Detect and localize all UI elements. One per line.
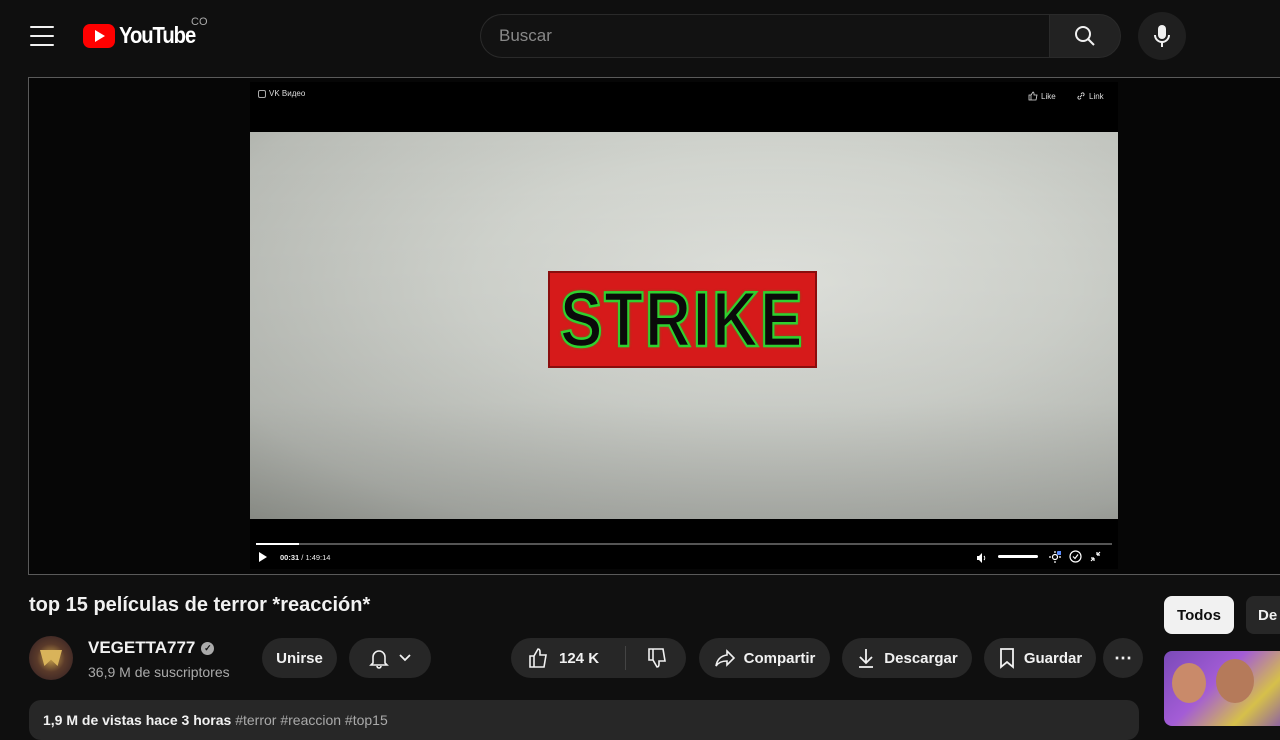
recommended-thumbnail[interactable] <box>1164 651 1280 726</box>
voice-search-button[interactable] <box>1138 12 1186 60</box>
like-dislike-group: 124 K <box>511 638 686 678</box>
search-button[interactable] <box>1049 14 1121 58</box>
join-label: Unirse <box>276 649 323 667</box>
bookmark-icon <box>999 648 1014 669</box>
youtube-logo[interactable]: YouTube CO <box>83 16 208 49</box>
thumbnail-face <box>1216 659 1254 703</box>
channel-avatar[interactable] <box>29 636 73 680</box>
region-code: CO <box>191 16 208 28</box>
thumbs-down-icon[interactable] <box>646 646 670 670</box>
embed-top-bar <box>250 82 1118 132</box>
more-icon: ⋯ <box>1114 647 1132 668</box>
embed-like-label: Like <box>1041 91 1056 101</box>
search-icon <box>1075 26 1095 46</box>
thumbs-up-icon[interactable] <box>527 646 551 670</box>
video-title: top 15 películas de terror *reacción* <box>29 594 371 616</box>
progress-played <box>256 543 299 545</box>
share-label: Compartir <box>743 649 816 667</box>
check-circle-icon[interactable] <box>1069 550 1082 563</box>
thumbs-up-icon <box>1028 91 1038 101</box>
description-box[interactable]: 1,9 M de vistas hace 3 horas #terror #re… <box>29 700 1139 740</box>
embed-link-button[interactable]: Link <box>1076 91 1104 101</box>
thumbnail-face <box>1172 663 1206 703</box>
save-button[interactable]: Guardar <box>984 638 1096 678</box>
like-count[interactable]: 124 K <box>559 650 599 667</box>
verified-icon: ✓ <box>201 641 215 655</box>
search-input[interactable] <box>499 26 1050 46</box>
vk-brand[interactable]: VK Видео <box>258 89 305 98</box>
strike-overlay: STRIKE <box>548 271 817 368</box>
settings-icon[interactable] <box>1049 550 1061 563</box>
chip-all[interactable]: Todos <box>1164 596 1234 634</box>
strike-text: STRIKE <box>559 274 805 365</box>
time-display: 00:31 / 1:49:14 <box>280 553 330 562</box>
save-label: Guardar <box>1023 649 1083 667</box>
microphone-icon <box>1154 25 1170 47</box>
like-divider <box>625 646 627 670</box>
current-time: 00:31 <box>280 553 300 562</box>
exit-fullscreen-icon[interactable] <box>1090 551 1101 562</box>
play-icon[interactable] <box>259 552 267 562</box>
description-tags: #terror #reaccion #top15 <box>235 712 388 728</box>
progress-bar[interactable] <box>256 543 1112 545</box>
chevron-down-icon <box>399 654 411 662</box>
menu-icon[interactable] <box>30 26 54 46</box>
video-frame[interactable]: STRIKE <box>250 132 1118 519</box>
more-actions-button[interactable]: ⋯ <box>1103 638 1143 678</box>
link-icon <box>1077 92 1085 100</box>
download-label: Descargar <box>884 649 958 667</box>
embed-link-label: Link <box>1089 91 1104 101</box>
volume-slider[interactable] <box>998 555 1038 558</box>
channel-name-row[interactable]: VEGETTA777 ✓ <box>88 638 215 658</box>
chip-from-channel[interactable]: De <box>1246 596 1280 634</box>
vk-brand-label: VK Видео <box>269 89 306 98</box>
channel-name[interactable]: VEGETTA777 <box>88 638 195 658</box>
channel-logo-icon <box>40 650 62 666</box>
description-stats: 1,9 M de vistas hace 3 horas <box>43 712 232 728</box>
player-right-controls <box>1049 550 1101 563</box>
share-icon <box>714 649 735 667</box>
vk-logo-icon <box>258 89 266 98</box>
join-button[interactable]: Unirse <box>262 638 337 678</box>
download-button[interactable]: Descargar <box>842 638 972 678</box>
volume-icon[interactable] <box>976 552 988 564</box>
logo-text: YouTube <box>119 22 196 48</box>
share-button[interactable]: Compartir <box>699 638 830 678</box>
subscriber-count: 36,9 M de suscriptores <box>88 664 230 680</box>
search-box <box>480 14 1050 58</box>
youtube-play-icon <box>83 23 115 48</box>
embed-like-button[interactable]: Like <box>1028 91 1056 101</box>
notifications-button[interactable] <box>349 638 431 678</box>
duration: / 1:49:14 <box>301 553 331 562</box>
bell-icon <box>369 650 389 669</box>
download-icon <box>859 649 874 668</box>
